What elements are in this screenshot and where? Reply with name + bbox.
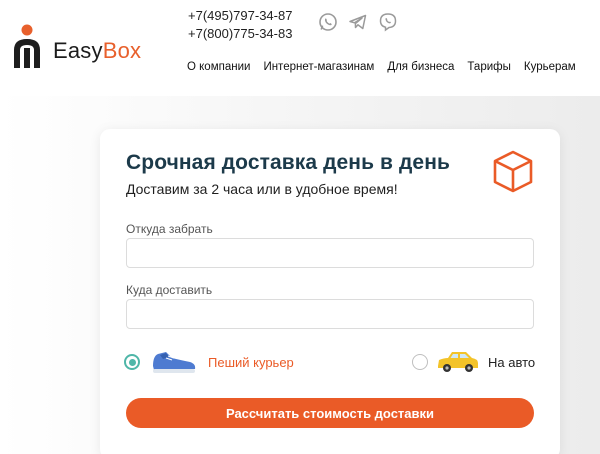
walking-courier-label: Пеший курьер bbox=[208, 354, 294, 370]
logo[interactable]: EasyBox bbox=[12, 24, 162, 72]
telegram-icon[interactable] bbox=[348, 12, 368, 32]
nav-item-couriers[interactable]: Курьерам bbox=[524, 61, 576, 73]
logo-text: EasyBox bbox=[53, 38, 142, 63]
from-field-label: Откуда забрать bbox=[126, 222, 213, 236]
phone-number[interactable]: +7(800)775-34-83 bbox=[188, 25, 292, 43]
to-field-label: Куда доставить bbox=[126, 283, 213, 297]
calculate-cost-button[interactable]: Рассчитать стоимость доставки bbox=[126, 398, 534, 428]
nav-item-eshops[interactable]: Интернет-магазинам bbox=[263, 61, 374, 73]
messenger-links bbox=[318, 12, 398, 32]
option-walking-courier[interactable]: Пеший курьер bbox=[124, 348, 294, 376]
viber-icon[interactable] bbox=[378, 12, 398, 32]
easybox-logo-mark-icon bbox=[14, 24, 40, 68]
from-address-input[interactable] bbox=[126, 238, 534, 268]
card-title: Срочная доставка день в день bbox=[126, 151, 450, 174]
whatsapp-icon[interactable] bbox=[318, 12, 338, 32]
nav-item-business[interactable]: Для бизнеса bbox=[387, 61, 454, 73]
card-subtitle: Доставим за 2 часа или в удобное время! bbox=[126, 181, 398, 197]
car-icon bbox=[438, 352, 478, 372]
nav-item-about[interactable]: О компании bbox=[187, 61, 250, 73]
delivery-form-card: Срочная доставка день в день Доставим за… bbox=[100, 129, 560, 454]
car-label: На авто bbox=[488, 354, 536, 370]
to-address-input[interactable] bbox=[126, 299, 534, 329]
car-radio[interactable] bbox=[412, 354, 428, 370]
phone-list: +7(495)797-34-87 +7(800)775-34-83 bbox=[188, 7, 292, 43]
walking-courier-radio[interactable] bbox=[124, 354, 140, 370]
phone-number[interactable]: +7(495)797-34-87 bbox=[188, 7, 292, 25]
option-car[interactable]: На авто bbox=[412, 349, 535, 375]
main-nav: О компании Интернет-магазинам Для бизнес… bbox=[187, 61, 576, 73]
nav-item-tariffs[interactable]: Тарифы bbox=[467, 61, 510, 73]
parcel-box-icon bbox=[493, 150, 533, 193]
sneaker-icon bbox=[153, 352, 196, 373]
